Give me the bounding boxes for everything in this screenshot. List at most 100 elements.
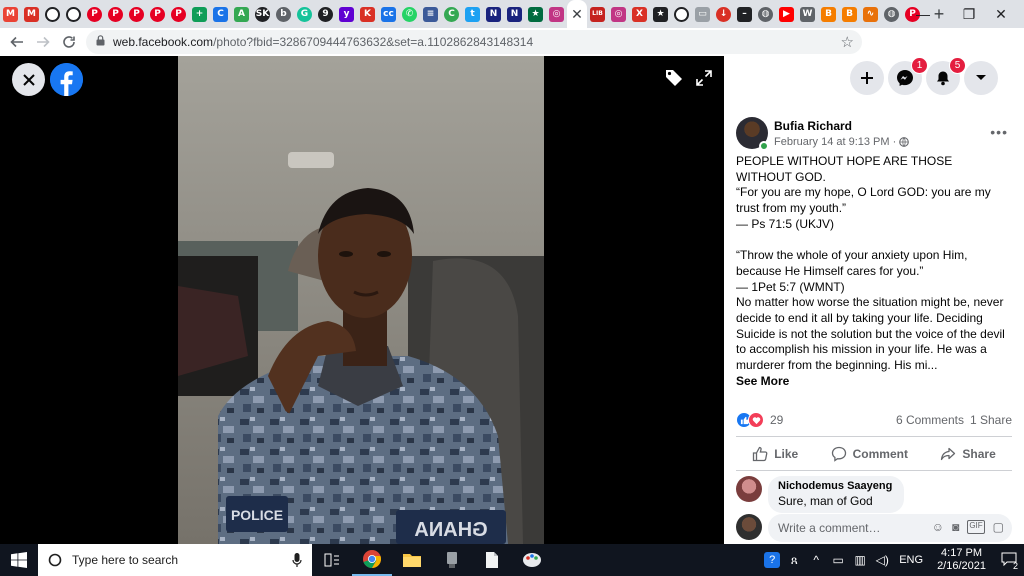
clock[interactable]: 4:17 PM 2/16/2021: [929, 547, 994, 573]
browser-tab[interactable]: ↓: [713, 0, 734, 28]
browser-tab[interactable]: ▭: [692, 0, 713, 28]
browser-tab[interactable]: b: [273, 0, 294, 28]
comment-button[interactable]: Comment: [831, 446, 908, 462]
notifications-button[interactable]: 5: [926, 57, 966, 95]
browser-tab[interactable]: ◍: [755, 0, 776, 28]
like-button[interactable]: Like: [752, 446, 798, 462]
commenter-name[interactable]: Nichodemus Saayeng: [778, 480, 894, 492]
sticker-icon[interactable]: ▢: [993, 520, 1004, 534]
back-button[interactable]: [4, 28, 30, 56]
browser-tab[interactable]: A: [231, 0, 252, 28]
taskbar-search[interactable]: Type here to search: [38, 544, 312, 576]
browser-tab[interactable]: N: [504, 0, 525, 28]
microphone-icon[interactable]: [292, 552, 302, 568]
browser-tab[interactable]: X: [629, 0, 650, 28]
browser-tab[interactable]: P: [168, 0, 189, 28]
close-viewer-button[interactable]: [12, 63, 45, 96]
people-icon[interactable]: ጸ: [783, 553, 805, 568]
shares-count[interactable]: 1 Share: [970, 413, 1012, 427]
browser-tab[interactable]: B: [839, 0, 860, 28]
gif-icon[interactable]: GIF: [967, 520, 985, 534]
comment-input[interactable]: Write a comment… ☺ ◙ GIF ▢: [768, 514, 1012, 542]
emoji-icon[interactable]: ☺: [932, 520, 944, 534]
browser-tab[interactable]: –: [734, 0, 755, 28]
start-button[interactable]: [0, 544, 38, 576]
browser-tab[interactable]: [42, 0, 63, 28]
browser-tab[interactable]: ★: [525, 0, 546, 28]
close-window-button[interactable]: ✕: [978, 0, 1024, 28]
post-date[interactable]: February 14 at 9:13 PM: [774, 136, 890, 148]
current-user-avatar[interactable]: [736, 514, 762, 540]
taskbar-app-document[interactable]: [472, 544, 512, 576]
account-menu-button[interactable]: [964, 61, 998, 95]
photo-viewer: POLICE GHANA: [0, 56, 724, 544]
browser-tab[interactable]: P: [105, 0, 126, 28]
browser-tab[interactable]: C: [210, 0, 231, 28]
browser-tab[interactable]: +: [189, 0, 210, 28]
comments-count[interactable]: 6 Comments: [896, 413, 964, 427]
browser-tab[interactable]: ★: [650, 0, 671, 28]
browser-tab[interactable]: ✆: [399, 0, 420, 28]
reload-button[interactable]: [56, 28, 82, 56]
browser-tab[interactable]: SK: [252, 0, 273, 28]
browser-tab[interactable]: cc: [378, 0, 399, 28]
browser-tab[interactable]: ▶: [776, 0, 797, 28]
browser-tab[interactable]: y: [336, 0, 357, 28]
news-icon: N: [507, 6, 522, 22]
show-hidden-icons-icon[interactable]: ^: [805, 553, 827, 567]
minimize-button[interactable]: —: [900, 0, 946, 28]
browser-tab[interactable]: N: [483, 0, 504, 28]
volume-icon[interactable]: ◁): [871, 553, 893, 567]
browser-tab[interactable]: M: [0, 0, 21, 28]
browser-tab[interactable]: G: [294, 0, 315, 28]
browser-tab[interactable]: ∿: [860, 0, 881, 28]
browser-tab[interactable]: LIB: [587, 0, 608, 28]
taskbar-chrome[interactable]: [352, 544, 392, 576]
browser-tab[interactable]: B: [818, 0, 839, 28]
help-icon[interactable]: ?: [761, 552, 783, 568]
battery-icon[interactable]: ▭: [827, 553, 849, 567]
see-more-link[interactable]: See More: [736, 374, 1008, 390]
plus-site-icon: +: [192, 6, 207, 22]
browser-tab[interactable]: ≡: [420, 0, 441, 28]
forward-button[interactable]: [30, 28, 56, 56]
browser-tab[interactable]: [671, 0, 692, 28]
c-green-icon: C: [444, 6, 459, 22]
bookmark-star-icon[interactable]: ☆: [841, 33, 854, 51]
browser-tab[interactable]: M: [21, 0, 42, 28]
browser-tab[interactable]: W: [797, 0, 818, 28]
address-bar[interactable]: web.facebook.com/photo?fbid=328670944476…: [86, 30, 862, 54]
browser-tab[interactable]: K: [357, 0, 378, 28]
browser-tab[interactable]: P: [84, 0, 105, 28]
poster-name[interactable]: Bufia Richard: [774, 119, 852, 133]
browser-tab[interactable]: ◍: [881, 0, 902, 28]
taskbar-app-monitor[interactable]: [432, 544, 472, 576]
post-options-button[interactable]: •••: [990, 124, 1008, 140]
browser-tab[interactable]: [63, 0, 84, 28]
commenter-avatar[interactable]: [736, 476, 762, 502]
browser-tab[interactable]: ◎: [608, 0, 629, 28]
network-icon[interactable]: ▥: [849, 553, 871, 567]
browser-tab[interactable]: P: [126, 0, 147, 28]
taskbar-file-explorer[interactable]: [392, 544, 432, 576]
reaction-count[interactable]: 29: [770, 413, 783, 427]
create-button[interactable]: [850, 61, 884, 95]
tab-list-right: LIB ◎ X ★ ▭ ↓ – ◍ ▶ W B B ∿ ◍ P: [587, 0, 923, 28]
notification-center-button[interactable]: 2: [994, 552, 1024, 571]
share-button[interactable]: Share: [940, 446, 996, 462]
task-view-button[interactable]: [312, 544, 352, 576]
browser-tab[interactable]: P: [147, 0, 168, 28]
language-indicator[interactable]: ENG: [893, 554, 929, 566]
browser-tab[interactable]: C: [441, 0, 462, 28]
browser-tab[interactable]: t: [462, 0, 483, 28]
browser-tab[interactable]: 9: [315, 0, 336, 28]
star-site-icon: ★: [653, 6, 668, 22]
active-tab-close-button[interactable]: ✕: [567, 0, 587, 28]
fullscreen-button[interactable]: [690, 64, 718, 92]
taskbar-app-paint[interactable]: [512, 544, 552, 576]
messenger-button[interactable]: 1: [888, 57, 928, 95]
facebook-logo[interactable]: [50, 63, 83, 96]
browser-tab[interactable]: ◎: [546, 0, 567, 28]
camera-icon[interactable]: ◙: [952, 520, 959, 534]
tag-photo-button[interactable]: [660, 64, 688, 92]
